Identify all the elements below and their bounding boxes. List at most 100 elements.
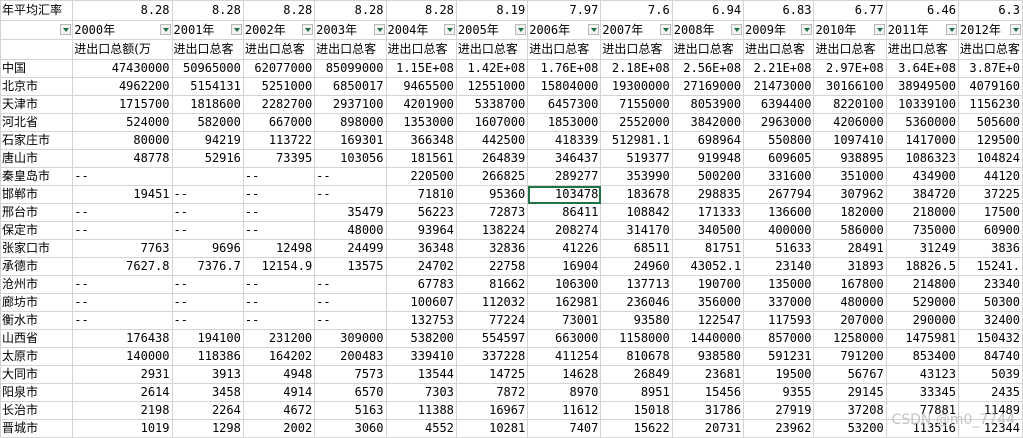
value-cell[interactable]: --: [242, 167, 316, 186]
value-cell[interactable]: 52916: [171, 149, 244, 168]
value-cell[interactable]: 1156230: [957, 95, 1023, 114]
value-cell[interactable]: 4079160: [957, 77, 1023, 96]
value-cell[interactable]: 129500: [957, 131, 1023, 150]
value-cell[interactable]: 1019: [72, 419, 173, 438]
value-cell[interactable]: --: [314, 185, 387, 204]
value-cell[interactable]: 11612: [527, 401, 602, 420]
value-cell[interactable]: 24702: [385, 257, 457, 276]
value-cell[interactable]: 118386: [171, 347, 244, 366]
metric-header[interactable]: 进出口总客: [743, 39, 815, 60]
year-header[interactable]: 2001年: [171, 20, 244, 40]
corner-filter-cell[interactable]: [0, 20, 74, 40]
value-cell[interactable]: 182000: [813, 203, 887, 222]
value-cell[interactable]: --: [242, 185, 316, 204]
value-cell[interactable]: 10339100: [885, 95, 959, 114]
value-cell[interactable]: 27919: [743, 401, 815, 420]
value-cell[interactable]: 132753: [385, 311, 457, 330]
value-cell[interactable]: 48778: [72, 149, 173, 168]
value-cell[interactable]: 857000: [743, 329, 815, 348]
value-cell[interactable]: 32836: [455, 239, 529, 258]
value-cell[interactable]: 137713: [600, 275, 673, 294]
selected-cell[interactable]: 103478: [527, 185, 602, 204]
value-cell[interactable]: --: [72, 275, 173, 294]
rate-cell[interactable]: 7.97: [527, 0, 602, 21]
value-cell[interactable]: 135000: [743, 275, 815, 294]
region-name-cell[interactable]: 沧州市: [0, 275, 74, 294]
value-cell[interactable]: --: [171, 311, 244, 330]
value-cell[interactable]: 11388: [385, 401, 457, 420]
value-cell[interactable]: 103056: [314, 149, 387, 168]
filter-dropdown-icon[interactable]: [659, 24, 671, 35]
filter-dropdown-icon[interactable]: [588, 24, 600, 35]
value-cell[interactable]: 3836: [957, 239, 1023, 258]
value-cell[interactable]: --: [72, 221, 173, 240]
value-cell[interactable]: 50300: [957, 293, 1023, 312]
value-cell[interactable]: 16967: [455, 401, 529, 420]
value-cell[interactable]: 337228: [455, 347, 529, 366]
value-cell[interactable]: 1475981: [885, 329, 959, 348]
region-name-cell[interactable]: 晋城市: [0, 419, 74, 438]
region-name-cell[interactable]: 邯郸市: [0, 185, 74, 204]
value-cell[interactable]: 529000: [885, 293, 959, 312]
value-cell[interactable]: 73001: [527, 311, 602, 330]
value-cell[interactable]: 6570: [314, 383, 387, 402]
value-cell[interactable]: 181561: [385, 149, 457, 168]
value-cell[interactable]: 26849: [600, 365, 673, 384]
value-cell[interactable]: 14628: [527, 365, 602, 384]
value-cell[interactable]: 37225: [957, 185, 1023, 204]
value-cell[interactable]: --: [314, 311, 387, 330]
value-cell[interactable]: 7573: [314, 365, 387, 384]
value-cell[interactable]: 231200: [242, 329, 316, 348]
value-cell[interactable]: 12498: [242, 239, 316, 258]
value-cell[interactable]: 3913: [171, 365, 244, 384]
value-cell[interactable]: 582000: [171, 113, 244, 132]
value-cell[interactable]: 4962200: [72, 77, 173, 96]
value-cell[interactable]: 586000: [813, 221, 887, 240]
value-cell[interactable]: 2264: [171, 401, 244, 420]
value-cell[interactable]: 1.42E+08: [455, 59, 529, 78]
value-cell[interactable]: 12154.9: [242, 257, 316, 276]
value-cell[interactable]: 7376.7: [171, 257, 244, 276]
year-header[interactable]: 2007年: [600, 20, 673, 40]
value-cell[interactable]: 266825: [455, 167, 529, 186]
value-cell[interactable]: 100607: [385, 293, 457, 312]
value-cell[interactable]: 512981.1: [600, 131, 673, 150]
value-cell[interactable]: 2.97E+08: [813, 59, 887, 78]
value-cell[interactable]: 1298: [171, 419, 244, 438]
value-cell[interactable]: 122547: [671, 311, 745, 330]
value-cell[interactable]: 351000: [813, 167, 887, 186]
value-cell[interactable]: 267794: [743, 185, 815, 204]
region-name-cell[interactable]: 河北省: [0, 113, 74, 132]
metric-header[interactable]: 进出口总客: [671, 39, 745, 60]
value-cell[interactable]: 194100: [171, 329, 244, 348]
value-cell[interactable]: 19451: [72, 185, 173, 204]
region-name-cell[interactable]: 邢台市: [0, 203, 74, 222]
value-cell[interactable]: 72873: [455, 203, 529, 222]
value-cell[interactable]: 94219: [171, 131, 244, 150]
value-cell[interactable]: 264839: [455, 149, 529, 168]
value-cell[interactable]: 23681: [671, 365, 745, 384]
rate-cell[interactable]: 7.6: [600, 0, 673, 21]
value-cell[interactable]: 15241.: [957, 257, 1023, 276]
value-cell[interactable]: 5251000: [242, 77, 316, 96]
year-header[interactable]: 2004年: [385, 20, 457, 40]
value-cell[interactable]: 200483: [314, 347, 387, 366]
value-cell[interactable]: 20731: [671, 419, 745, 438]
value-cell[interactable]: 3.87E+0: [957, 59, 1023, 78]
value-cell[interactable]: 353990: [600, 167, 673, 186]
value-cell[interactable]: 339410: [385, 347, 457, 366]
value-cell[interactable]: 15018: [600, 401, 673, 420]
rate-cell[interactable]: 8.28: [385, 0, 457, 21]
value-cell[interactable]: 346437: [527, 149, 602, 168]
value-cell[interactable]: 164202: [242, 347, 316, 366]
value-cell[interactable]: 67783: [385, 275, 457, 294]
value-cell[interactable]: 938895: [813, 149, 887, 168]
value-cell[interactable]: 43052.1: [671, 257, 745, 276]
value-cell[interactable]: 93964: [385, 221, 457, 240]
value-cell[interactable]: 1417000: [885, 131, 959, 150]
filter-dropdown-icon[interactable]: [230, 24, 242, 35]
value-cell[interactable]: 1.76E+08: [527, 59, 602, 78]
value-cell[interactable]: 23962: [743, 419, 815, 438]
value-cell[interactable]: 5338700: [455, 95, 529, 114]
value-cell[interactable]: 81662: [455, 275, 529, 294]
